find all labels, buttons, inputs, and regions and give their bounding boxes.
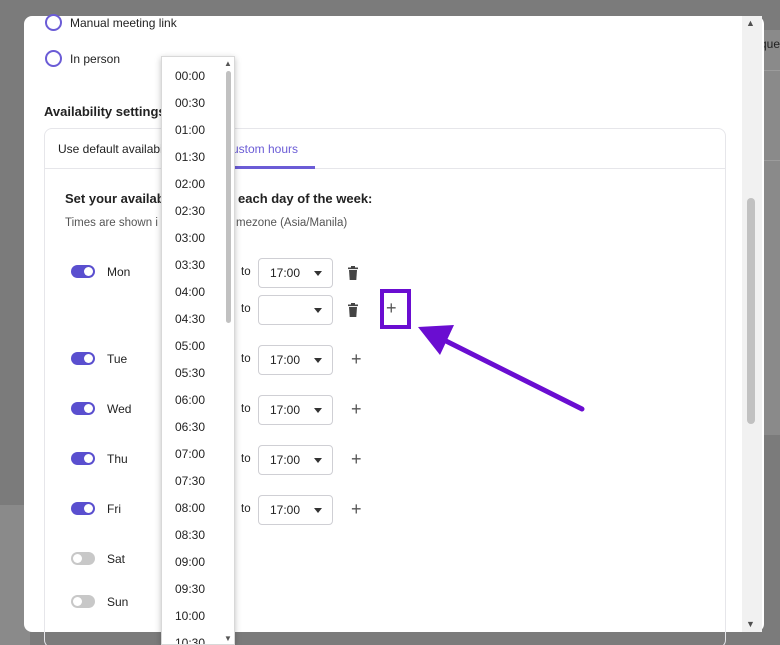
scroll-up-icon[interactable]: ▲	[746, 19, 755, 28]
time-option[interactable]: 02:00	[175, 177, 205, 191]
to-label: to	[241, 266, 251, 278]
to-label: to	[241, 303, 251, 315]
time-option[interactable]: 06:00	[175, 393, 205, 407]
plus-icon[interactable]: +	[351, 450, 362, 468]
time-option[interactable]: 05:30	[175, 366, 205, 380]
plus-icon[interactable]: +	[386, 299, 397, 317]
tabs-divider	[45, 168, 725, 169]
time-option[interactable]: 09:30	[175, 582, 205, 596]
time-option[interactable]: 01:30	[175, 150, 205, 164]
plus-icon[interactable]: +	[351, 350, 362, 368]
time-option[interactable]: 06:30	[175, 420, 205, 434]
day-label-sat: Sat	[107, 552, 126, 566]
day-label-thu: Thu	[107, 452, 128, 466]
time-option[interactable]: 07:00	[175, 447, 205, 461]
time-option[interactable]: 02:30	[175, 204, 205, 218]
end-time-value: 17:00	[270, 403, 301, 417]
time-option[interactable]: 10:30	[175, 636, 205, 644]
day-label-fri: Fri	[107, 502, 121, 516]
day-label-mon: Mon	[107, 265, 131, 279]
toggle-fri[interactable]	[71, 502, 95, 515]
trash-icon[interactable]	[347, 303, 359, 317]
availability-heading-tail: each day of the week:	[238, 191, 373, 206]
dropdown-scroll-down-icon[interactable]: ▼	[224, 635, 232, 643]
end-time-value: 17:00	[270, 266, 301, 280]
active-tab-indicator	[223, 166, 315, 169]
scroll-down-icon[interactable]: ▼	[746, 620, 755, 629]
toggle-mon[interactable]	[71, 265, 95, 278]
tab-default-availability[interactable]: Use default availabi	[58, 142, 163, 156]
trash-icon[interactable]	[347, 266, 359, 280]
day-label-tue: Tue	[107, 352, 128, 366]
time-option[interactable]: 08:00	[175, 501, 205, 515]
toggle-thu[interactable]	[71, 452, 95, 465]
plus-icon[interactable]: +	[351, 400, 362, 418]
caret-down-icon	[314, 508, 322, 513]
time-option[interactable]: 01:00	[175, 123, 205, 137]
modal-scroll-thumb[interactable]	[747, 198, 755, 424]
time-option[interactable]: 00:30	[175, 96, 205, 110]
to-label: to	[241, 453, 251, 465]
time-option[interactable]: 03:30	[175, 258, 205, 272]
availability-settings-title: Availability settings	[44, 104, 166, 119]
day-label-wed: Wed	[107, 402, 132, 416]
plus-icon[interactable]: +	[351, 500, 362, 518]
time-option[interactable]: 05:00	[175, 339, 205, 353]
time-option[interactable]: 10:00	[175, 609, 205, 623]
caret-down-icon	[314, 271, 322, 276]
toggle-sun[interactable]	[71, 595, 95, 608]
end-time-value: 17:00	[270, 503, 301, 517]
to-label: to	[241, 503, 251, 515]
caret-down-icon	[314, 458, 322, 463]
time-option[interactable]: 09:00	[175, 555, 205, 569]
radio-circle[interactable]	[45, 14, 62, 31]
caret-down-icon	[314, 408, 322, 413]
radio-in-person[interactable]: In person	[45, 50, 120, 67]
day-label-sun: Sun	[107, 595, 129, 609]
dropdown-scroll-up-icon[interactable]: ▲	[224, 60, 232, 68]
time-option[interactable]: 03:00	[175, 231, 205, 245]
time-option[interactable]: 07:30	[175, 474, 205, 488]
to-label: to	[241, 403, 251, 415]
end-time-select-tue[interactable]: 17:00	[258, 345, 333, 375]
radio-label: In person	[70, 51, 121, 66]
time-option[interactable]: 08:30	[175, 528, 205, 542]
tab-custom-hours[interactable]: ustom hours	[232, 142, 298, 156]
dropdown-scroll-thumb[interactable]	[226, 71, 231, 323]
time-option[interactable]: 00:00	[175, 69, 205, 83]
end-time-select-wed[interactable]: 17:00	[258, 395, 333, 425]
time-option[interactable]: 04:30	[175, 312, 205, 326]
toggle-tue[interactable]	[71, 352, 95, 365]
time-dropdown-list[interactable]: 00:00 00:30 01:00 01:30 02:00 02:30 03:0…	[161, 56, 235, 645]
radio-circle[interactable]	[45, 50, 62, 67]
radio-manual-meeting-link[interactable]: Manual meeting link	[45, 14, 177, 31]
end-time-value: 17:00	[270, 453, 301, 467]
end-time-select-thu[interactable]: 17:00	[258, 445, 333, 475]
end-time-select-mon-2[interactable]	[258, 295, 333, 325]
radio-label: Manual meeting link	[70, 15, 177, 30]
toggle-sat[interactable]	[71, 552, 95, 565]
end-time-value: 17:00	[270, 353, 301, 367]
toggle-wed[interactable]	[71, 402, 95, 415]
caret-down-icon	[314, 358, 322, 363]
end-time-select-fri[interactable]: 17:00	[258, 495, 333, 525]
timezone-note: Times are shown i	[65, 217, 158, 229]
availability-heading: Set your availab	[65, 191, 165, 206]
caret-down-icon	[314, 308, 322, 313]
end-time-select-mon[interactable]: 17:00	[258, 258, 333, 288]
time-option[interactable]: 04:00	[175, 285, 205, 299]
to-label: to	[241, 353, 251, 365]
timezone-note-tail: mezone (Asia/Manila)	[236, 217, 348, 229]
